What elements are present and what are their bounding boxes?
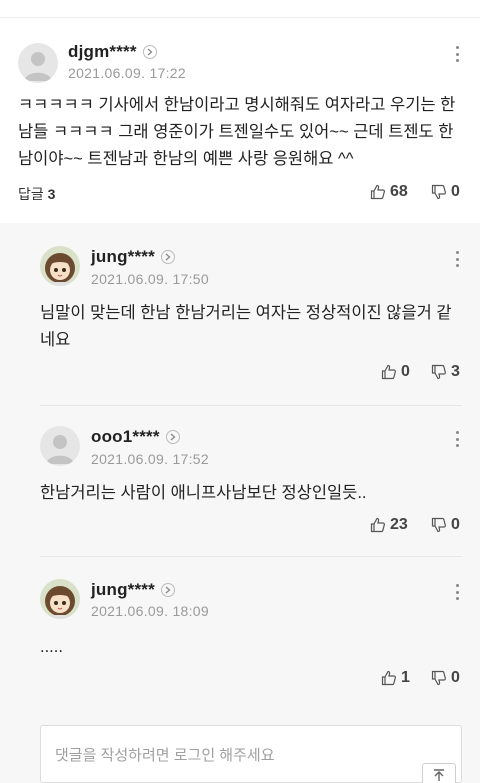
comment-input-placeholder: 댓글을 작성하려면 로그인 해주세요 <box>55 747 275 764</box>
like-count: 1 <box>401 669 410 686</box>
comment-author[interactable]: djgm**** <box>68 42 137 62</box>
reply-author[interactable]: jung**** <box>91 580 155 600</box>
comment-input[interactable]: 댓글을 작성하려면 로그인 해주세요 <box>40 725 462 783</box>
comment-text: ㅋㅋㅋㅋㅋ 기사에서 한남이라고 명시해줘도 여자라고 우기는 한남들 ㅋㅋㅋㅋ… <box>18 96 456 168</box>
like-button[interactable]: 0 <box>381 363 410 381</box>
arrow-up-icon <box>434 769 444 781</box>
reply-text: ..... <box>40 638 63 656</box>
dislike-count: 0 <box>451 669 460 686</box>
thumbs-down-icon <box>431 670 446 686</box>
thumbs-up-icon <box>381 670 396 686</box>
thumbs-up-icon <box>370 184 385 200</box>
dislike-count: 0 <box>451 516 460 533</box>
reply: jung**** 2021.06.09. 18:09 ..... 1 0 <box>0 556 480 706</box>
dislike-count: 3 <box>451 363 460 380</box>
dislike-count: 0 <box>451 183 460 200</box>
chevron-right-icon[interactable] <box>165 430 180 444</box>
thumbs-down-icon <box>431 517 446 533</box>
dislike-button[interactable]: 3 <box>431 363 460 381</box>
chevron-right-icon[interactable] <box>160 583 175 597</box>
comment: djgm**** 2021.06.09. 17:22 ㅋㅋㅋㅋㅋ 기사에서 한남… <box>0 0 480 223</box>
thumbs-up-icon <box>370 517 385 533</box>
thumbs-up-icon <box>381 364 396 380</box>
reply-count: 3 <box>47 186 56 202</box>
thumbs-down-icon <box>431 184 446 200</box>
dislike-button[interactable]: 0 <box>431 183 460 201</box>
reply-author[interactable]: ooo1**** <box>91 427 160 447</box>
like-button[interactable]: 23 <box>370 516 408 534</box>
default-avatar-icon[interactable] <box>40 426 80 466</box>
like-count: 0 <box>401 363 410 380</box>
reply-author[interactable]: jung**** <box>91 247 155 267</box>
like-count: 68 <box>390 183 408 200</box>
more-options-icon[interactable] <box>452 44 462 64</box>
anime-girl-avatar[interactable] <box>40 579 80 619</box>
thumbs-down-icon <box>431 364 446 380</box>
comment-date: 2021.06.09. 17:22 <box>68 65 186 81</box>
reply: jung**** 2021.06.09. 17:50 님말이 맞는데 한남 한남… <box>0 223 480 403</box>
like-button[interactable]: 68 <box>370 183 408 201</box>
reply-date: 2021.06.09. 18:09 <box>91 603 209 619</box>
like-button[interactable]: 1 <box>381 669 410 687</box>
anime-girl-avatar[interactable] <box>40 246 80 286</box>
reply-text: 한남거리는 사람이 애니프사남보단 정상인일듯.. <box>40 484 367 502</box>
reply-text: 님말이 맞는데 한남 한남거리는 여자는 정상적이진 않을거 같네요 <box>40 304 452 349</box>
reply-label: 답글 <box>18 186 44 202</box>
more-options-icon[interactable] <box>452 429 462 449</box>
dislike-button[interactable]: 0 <box>431 516 460 534</box>
default-avatar-icon[interactable] <box>18 43 58 83</box>
reply-toggle[interactable]: 답글 3 <box>18 184 55 204</box>
chevron-right-icon[interactable] <box>160 250 175 264</box>
more-options-icon[interactable] <box>452 582 462 602</box>
scroll-top-button[interactable] <box>422 763 456 783</box>
reply-date: 2021.06.09. 17:52 <box>91 451 209 467</box>
like-count: 23 <box>390 516 408 533</box>
more-options-icon[interactable] <box>452 249 462 269</box>
reply: ooo1**** 2021.06.09. 17:52 한남거리는 사람이 애니프… <box>0 405 480 555</box>
chevron-right-icon[interactable] <box>142 45 157 59</box>
reply-date: 2021.06.09. 17:50 <box>91 271 209 287</box>
dislike-button[interactable]: 0 <box>431 669 460 687</box>
